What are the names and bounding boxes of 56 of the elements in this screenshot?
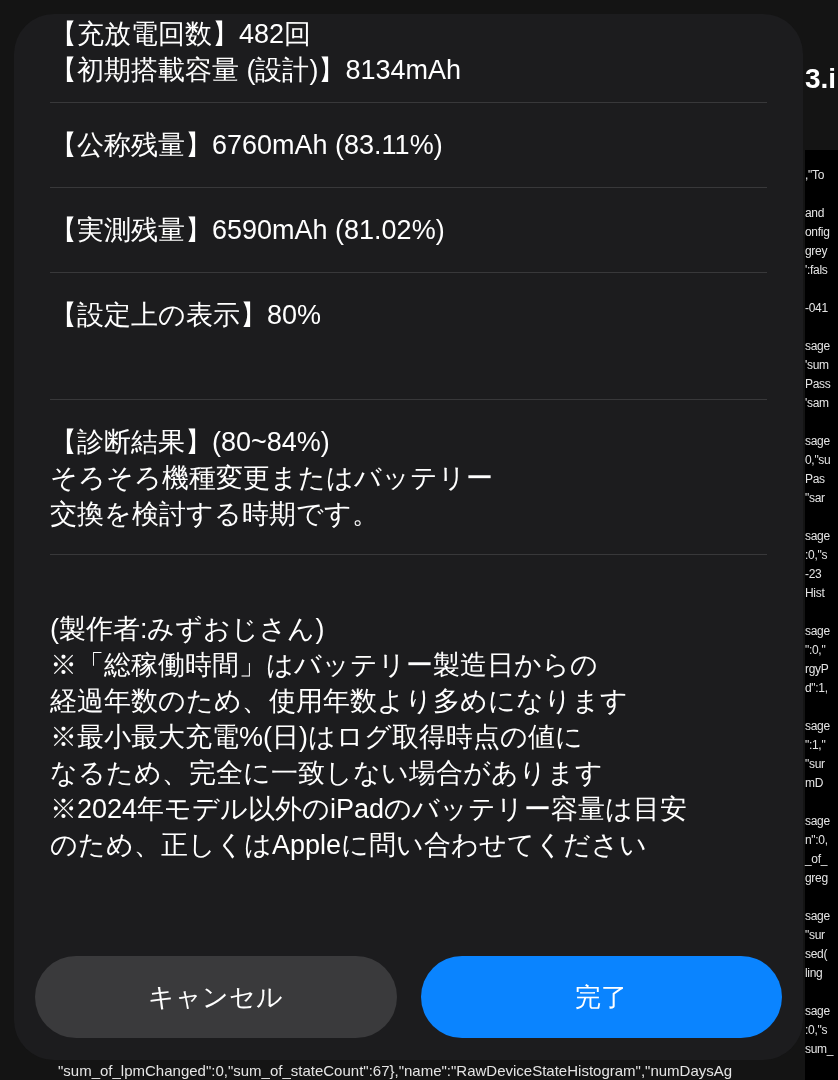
info-text: 【初期搭載容量 (設計)】8134mAh <box>50 54 463 87</box>
log-text: -23 <box>805 566 823 583</box>
page-title: 3.i <box>805 62 838 96</box>
log-text: sum_ <box>805 1041 835 1058</box>
info-text: ※最小最大充電%(日)はログ取得時点の値に <box>50 721 584 754</box>
log-text: 'sum <box>805 357 830 374</box>
info-text: 交換を検討する時期です。 <box>50 498 380 531</box>
info-text: 【実測残量】6590mAh (81.02%) <box>50 214 446 247</box>
info-text: そろそろ機種変更またはバッテリー <box>50 462 494 495</box>
log-text: d":1, <box>805 680 829 697</box>
info-text: 【診断結果】(80~84%) <box>50 426 331 459</box>
info-text: 【設定上の表示】80% <box>50 299 323 332</box>
log-text: "sur <box>805 756 826 773</box>
info-text: ※「総稼働時間」はバッテリー製造日からの <box>50 649 599 682</box>
log-text: ':fals <box>805 262 829 279</box>
info-text: (製作者:みずおじさん) <box>50 613 326 646</box>
log-text: grey <box>805 243 829 260</box>
info-text: 【充放電回数】482回 <box>50 18 313 51</box>
log-text: ":0," <box>805 642 827 659</box>
log-text: ling <box>805 965 824 982</box>
log-text: mD <box>805 775 825 792</box>
log-text: sage <box>805 718 831 735</box>
log-text: onfig <box>805 224 831 241</box>
log-text: rgyP <box>805 661 830 678</box>
log-text: ":1," <box>805 737 827 754</box>
log-text: "sum_of_lpmChanged":0,"sum_of_stateCount":67},"name":"RawDeviceStateHistogram","numDaysAg <box>58 1061 733 1080</box>
done-button[interactable]: 完了 <box>420 956 782 1038</box>
log-text: sage <box>805 433 831 450</box>
log-text: Hist <box>805 585 826 602</box>
info-text: ※2024年モデル以外のiPadのバッテリー容量は目安 <box>50 793 689 826</box>
log-text: :0,"s <box>805 1022 829 1039</box>
log-text: _of_ <box>805 851 829 868</box>
info-text: 【公称残量】6760mAh (83.11%) <box>50 129 444 162</box>
log-text: -041 <box>805 300 829 317</box>
log-text: sage <box>805 528 831 545</box>
log-text: sage <box>805 908 831 925</box>
log-text: sage <box>805 813 831 830</box>
info-text: 経過年数のため、使用年数より多めになります <box>50 685 629 718</box>
log-text: ,"To <box>805 167 826 184</box>
log-text: 'sam <box>805 395 830 412</box>
log-text: :0,"s <box>805 547 829 564</box>
log-text: Pass <box>805 376 832 393</box>
log-text: sage <box>805 338 831 355</box>
log-text: greg <box>805 870 829 887</box>
log-text: and <box>805 205 826 222</box>
cancel-button[interactable]: キャンセル <box>35 956 397 1038</box>
log-text: "sur <box>805 927 826 944</box>
log-text: sage <box>805 623 831 640</box>
info-text: なるため、完全に一致しない場合があります <box>50 757 604 790</box>
log-text: sage <box>805 1003 831 1020</box>
log-text: Pas <box>805 471 826 488</box>
log-text: sed( <box>805 946 829 963</box>
log-text: 0,"su <box>805 452 832 469</box>
info-text: のため、正しくはAppleに問い合わせてください <box>50 829 649 862</box>
log-text: n":0, <box>805 832 829 849</box>
log-text: "sar <box>805 490 826 507</box>
